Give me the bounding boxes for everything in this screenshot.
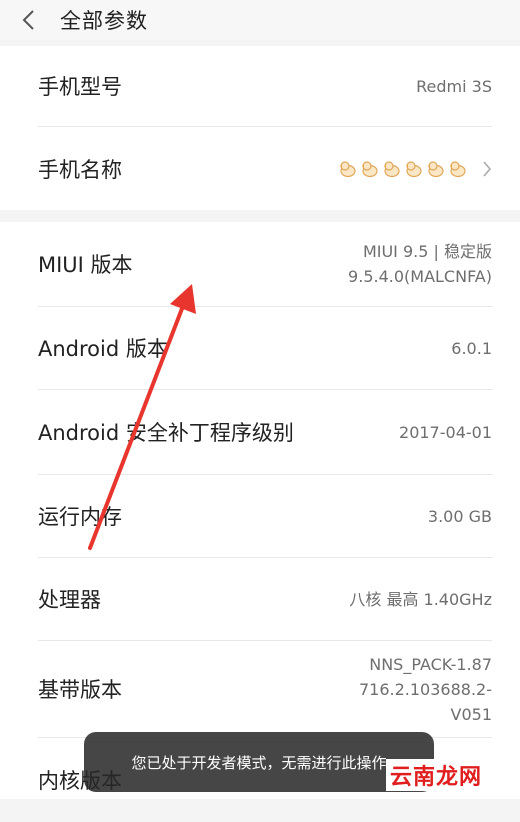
row-value: 6.0.1: [451, 338, 492, 358]
row-value: MIUI 9.5 | 稳定版 9.5.4.0(MALCNFA): [348, 239, 492, 289]
value-line: 9.5.4.0(MALCNFA): [348, 267, 492, 286]
row-value: 八核 最高 1.40GHz: [349, 589, 492, 609]
duck-emoji-icon: [384, 160, 400, 177]
device-name-emoji-value: [339, 160, 468, 178]
duck-emoji-icon: [428, 160, 444, 177]
row-value: 2017-04-01: [399, 422, 492, 442]
chevron-right-icon: [482, 160, 492, 178]
row-label: 处理器: [38, 588, 101, 612]
row-label: 运行内存: [38, 505, 122, 529]
row-ram: 运行内存 3.00 GB: [0, 475, 520, 557]
row-baseband: 基带版本 NNS_PACK-1.87 716.2.103688.2- V051: [0, 641, 520, 737]
duck-emoji-icon: [450, 160, 466, 177]
site-watermark: 云南龙网: [386, 759, 486, 791]
row-label: 手机名称: [38, 157, 122, 182]
device-info-card: 手机型号 Redmi 3S 手机名称: [0, 46, 520, 210]
value-line: NNS_PACK-1.87: [369, 654, 492, 674]
duck-emoji-icon: [406, 160, 422, 177]
value-line: 716.2.103688.2-: [358, 679, 492, 699]
row-device-name[interactable]: 手机名称: [0, 127, 520, 210]
title-bar: 全部参数: [0, 0, 520, 40]
duck-emoji-icon: [362, 160, 378, 177]
row-security-patch: Android 安全补丁程序级别 2017-04-01: [0, 390, 520, 474]
row-miui-version[interactable]: MIUI 版本 MIUI 9.5 | 稳定版 9.5.4.0(MALCNFA): [0, 222, 520, 306]
row-label: 手机型号: [38, 75, 122, 99]
row-value: Redmi 3S: [416, 76, 492, 96]
value-line: MIUI 9.5 | 稳定版: [362, 242, 492, 261]
row-label: Android 安全补丁程序级别: [38, 421, 294, 445]
back-chevron-icon: [21, 9, 35, 31]
duck-emoji-icon: [340, 160, 356, 177]
page-title: 全部参数: [60, 9, 148, 33]
back-button[interactable]: [0, 0, 56, 40]
value-line: V051: [450, 704, 492, 724]
row-label: MIUI 版本: [38, 253, 133, 277]
developer-mode-toast: 您已处于开发者模式，无需进行此操作: [84, 732, 434, 792]
row-model: 手机型号 Redmi 3S: [0, 46, 520, 126]
row-value: NNS_PACK-1.87 716.2.103688.2- V051: [359, 652, 492, 727]
software-info-card: MIUI 版本 MIUI 9.5 | 稳定版 9.5.4.0(MALCNFA) …: [0, 222, 520, 799]
row-label: Android 版本: [38, 337, 168, 361]
row-android-version: Android 版本 6.0.1: [0, 307, 520, 389]
row-label: 基带版本: [38, 678, 122, 702]
row-processor: 处理器 八核 最高 1.40GHz: [0, 558, 520, 640]
row-value: 3.00 GB: [427, 506, 492, 526]
